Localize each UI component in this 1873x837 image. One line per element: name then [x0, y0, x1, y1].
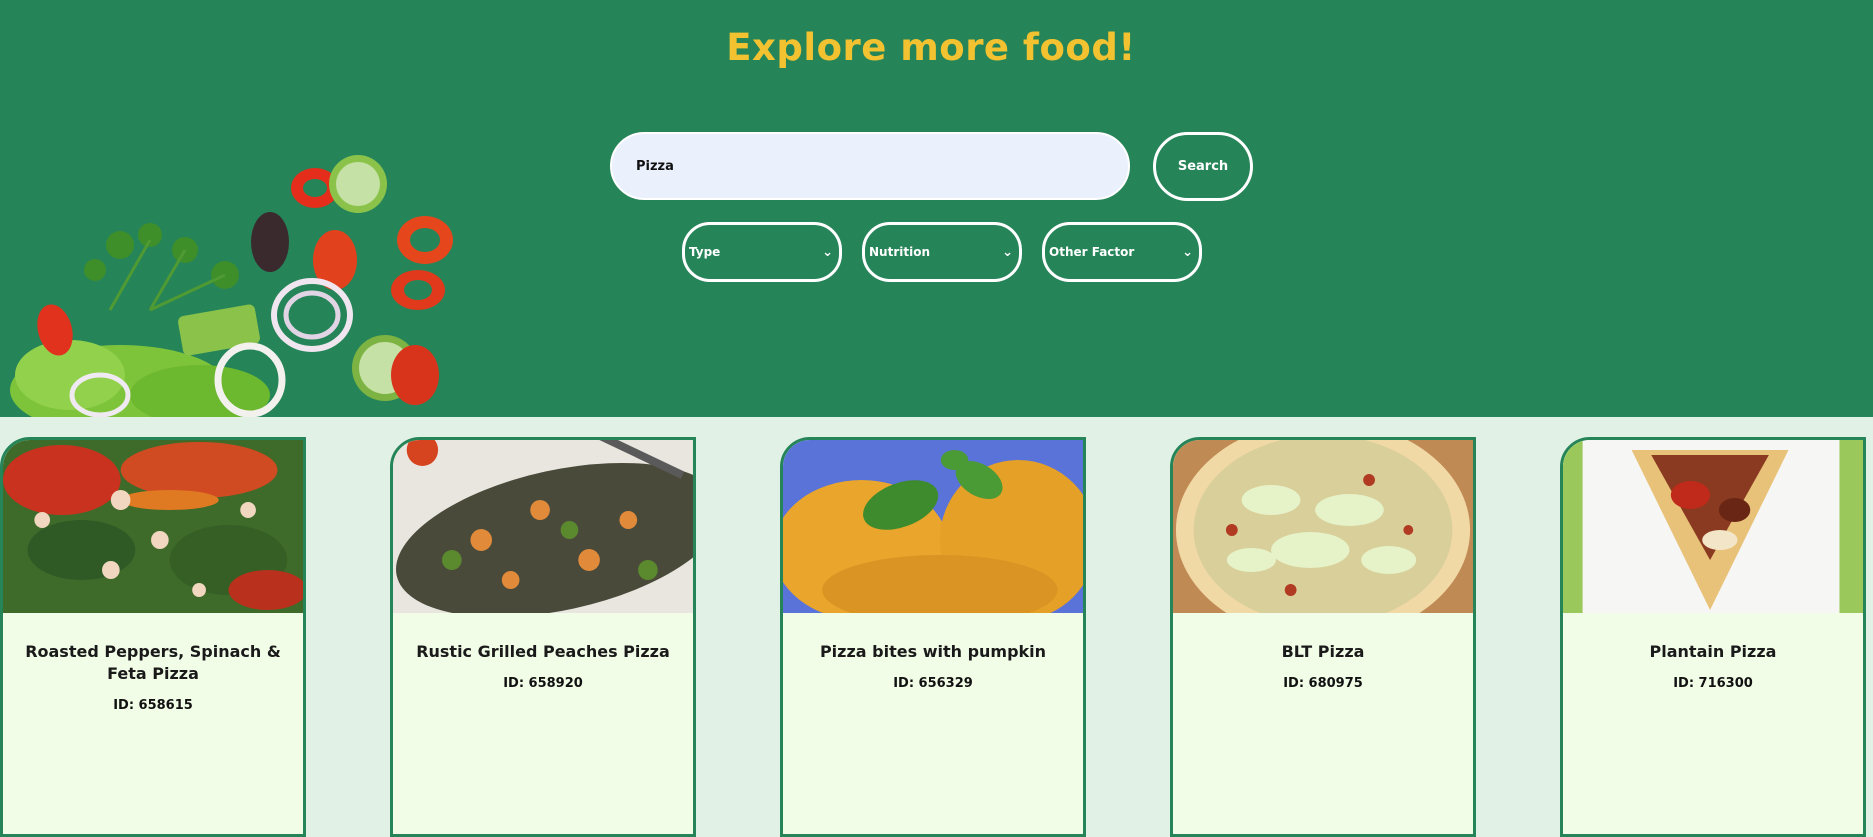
- recipe-name: BLT Pizza ID: 680975: [1185, 641, 1461, 695]
- chevron-down-icon: ⌄: [1182, 244, 1193, 260]
- recipe-image: [1563, 440, 1863, 613]
- recipe-id: ID: 680975: [1283, 676, 1363, 691]
- recipe-name: Pizza bites with pumpkin ID: 656329: [795, 641, 1071, 695]
- recipe-id: ID: 658615: [113, 698, 193, 713]
- type-select[interactable]: Type ⌄: [682, 222, 842, 282]
- recipe-image: [1173, 440, 1473, 613]
- nutrition-select-label: Nutrition: [869, 245, 930, 259]
- salad-illustration: [10, 155, 453, 417]
- recipe-image: [3, 440, 303, 613]
- recipe-card[interactable]: Roasted Peppers, Spinach & Feta Pizza ID…: [0, 437, 306, 837]
- hero-section: Explore more food! Pizza Search Type ⌄ N…: [0, 0, 1873, 417]
- search-button[interactable]: Search: [1153, 132, 1253, 201]
- page-title: Explore more food!: [726, 26, 1136, 69]
- recipe-id: ID: 716300: [1673, 676, 1753, 691]
- recipe-card[interactable]: Rustic Grilled Peaches Pizza ID: 658920: [390, 437, 696, 837]
- type-select-label: Type: [689, 245, 721, 259]
- recipe-name: Rustic Grilled Peaches Pizza ID: 658920: [405, 641, 681, 695]
- recipe-id: ID: 658920: [503, 676, 583, 691]
- recipe-image: [783, 440, 1083, 613]
- chevron-down-icon: ⌄: [822, 244, 833, 260]
- recipe-name: Roasted Peppers, Spinach & Feta Pizza ID…: [15, 641, 291, 717]
- recipe-id: ID: 656329: [893, 676, 973, 691]
- other-factor-select[interactable]: Other Factor ⌄: [1042, 222, 1202, 282]
- recipe-card[interactable]: Plantain Pizza ID: 716300: [1560, 437, 1866, 837]
- recipe-card[interactable]: BLT Pizza ID: 680975: [1170, 437, 1476, 837]
- chevron-down-icon: ⌄: [1002, 244, 1013, 260]
- recipe-image: [393, 440, 693, 613]
- recipe-name: Plantain Pizza ID: 716300: [1575, 641, 1851, 695]
- search-input[interactable]: [610, 132, 1130, 200]
- recipe-card[interactable]: Pizza bites with pumpkin ID: 656329: [780, 437, 1086, 837]
- nutrition-select[interactable]: Nutrition ⌄: [862, 222, 1022, 282]
- other-factor-select-label: Other Factor: [1049, 245, 1135, 259]
